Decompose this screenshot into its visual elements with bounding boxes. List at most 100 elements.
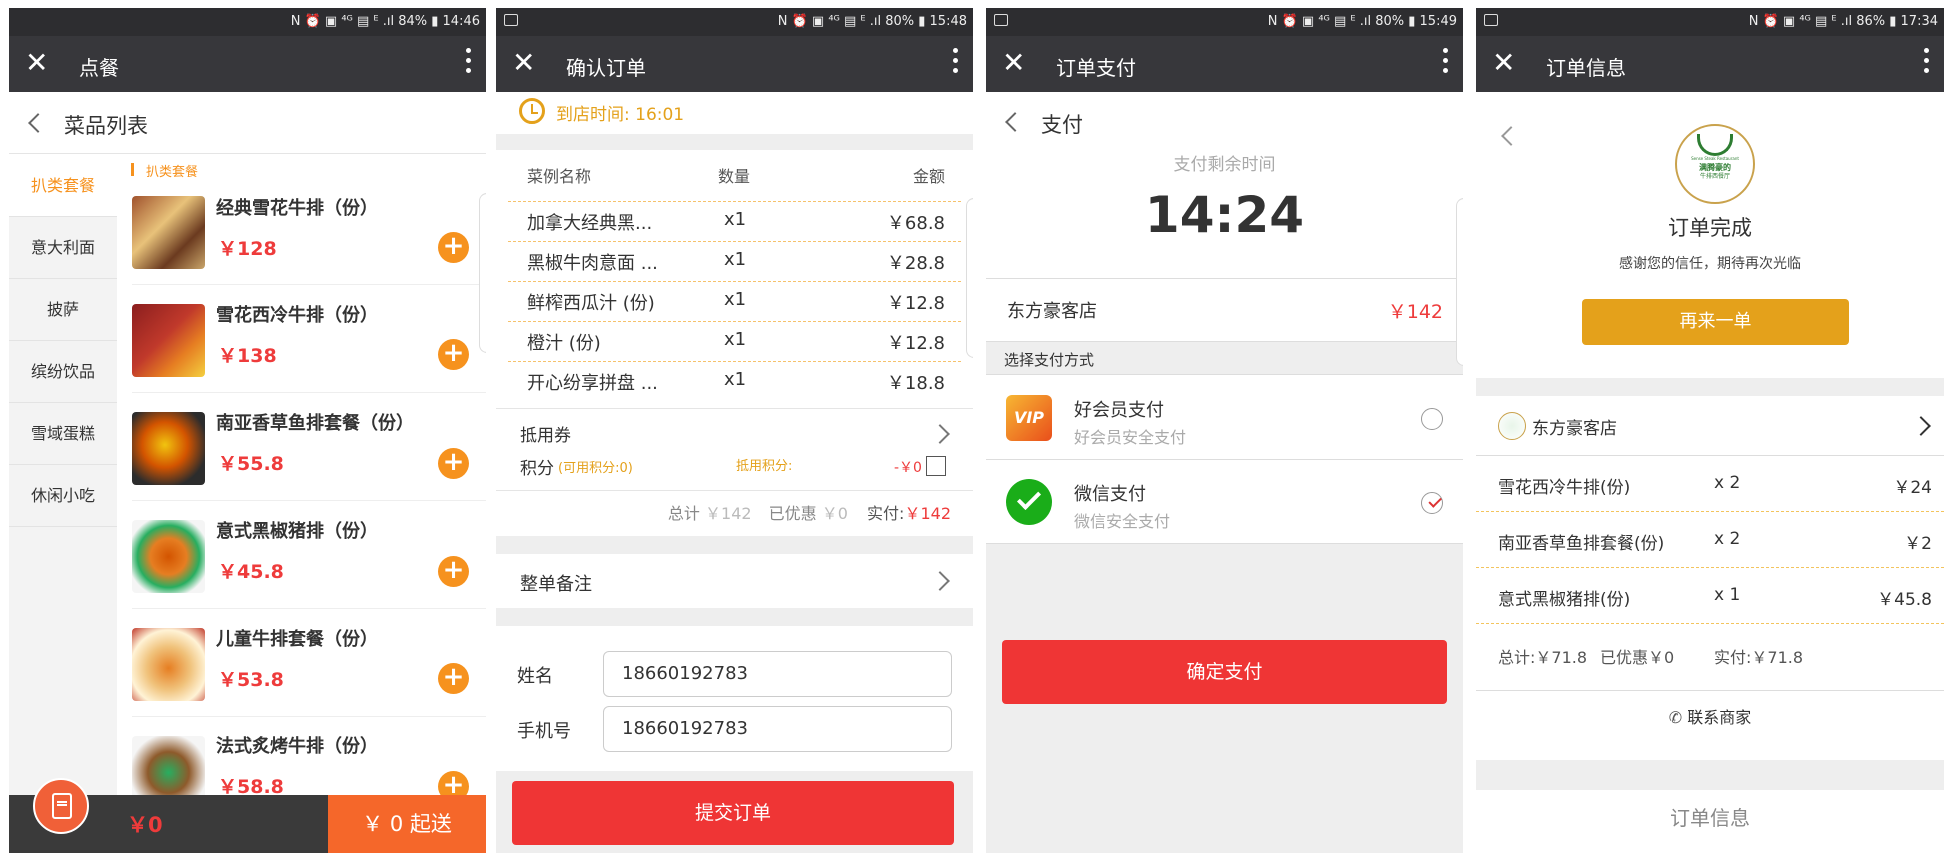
more-menu-icon[interactable] — [1441, 48, 1449, 78]
summary-paid: 实付:￥71.8 — [1714, 648, 1804, 667]
contact-merchant-button[interactable]: ✆ 联系商家 — [1476, 691, 1944, 747]
close-icon[interactable]: ✕ — [512, 46, 535, 80]
cart-button[interactable] — [33, 778, 89, 834]
item-qty: x 2 — [1714, 529, 1741, 549]
back-icon[interactable] — [1005, 112, 1025, 132]
order-item-row: 意式黑椒猪排(份) x 1 ￥45.8 — [1476, 568, 1944, 624]
arrival-time: 到店时间: 16:01 — [556, 105, 685, 125]
divider — [132, 284, 486, 285]
submit-order-button[interactable]: 提交订单 — [512, 781, 954, 845]
contact-label: 联系商家 — [1687, 708, 1752, 727]
order-done: 订单完成 — [1668, 216, 1752, 240]
title-bar: ✕ 点餐 — [9, 36, 486, 92]
category-item[interactable]: 扒类套餐 — [9, 155, 117, 217]
confirm-pay-button[interactable]: 确定支付 — [1002, 640, 1447, 704]
category-item[interactable]: 披萨 — [9, 279, 117, 341]
add-to-cart-button[interactable]: + — [438, 339, 469, 370]
order-note-row[interactable]: 整单备注 — [496, 554, 973, 608]
logo-bull-icon — [1697, 134, 1733, 156]
vip-pay-option[interactable]: VIP 好会员支付 好会员安全支付 — [986, 376, 1463, 460]
dish-name[interactable]: 法式炙烤牛排（份） — [216, 732, 378, 758]
order-summary: 总计 ￥142 已优惠 ￥0 实付:￥142 — [668, 500, 951, 524]
cart-total: ￥0 — [127, 813, 163, 837]
logo-bottom-text: 牛排西餐厅 — [1699, 173, 1730, 180]
summary-total: 总计:￥71.8 — [1498, 648, 1588, 667]
category-item[interactable]: 休闲小吃 — [9, 465, 117, 527]
wechat-icon — [1006, 479, 1052, 525]
close-icon[interactable]: ✕ — [1002, 46, 1025, 80]
remaining-time-label: 支付剩余时间 — [1173, 155, 1276, 175]
wechat-pay-option[interactable]: 微信支付 微信安全支付 — [986, 460, 1463, 544]
close-icon[interactable]: ✕ — [1492, 46, 1515, 80]
name-input[interactable]: 18660192783 — [603, 651, 952, 697]
category-sidebar: 扒类套餐 意大利面 披萨 缤纷饮品 雪域蛋糕 休闲小吃 — [9, 155, 117, 795]
order-item-name: 加拿大经典黑... — [527, 213, 653, 234]
category-item[interactable]: 缤纷饮品 — [9, 341, 117, 403]
back-icon[interactable] — [28, 113, 48, 133]
dashed-divider — [508, 281, 961, 282]
wechat-radio-checked[interactable] — [1421, 492, 1443, 514]
remaining-time: 14:24 — [1144, 186, 1305, 244]
category-item[interactable]: 意大利面 — [9, 217, 117, 279]
store-name: 东方豪客店 — [1532, 419, 1617, 439]
divider — [496, 608, 973, 626]
status-bar: N ⏰ ▣ ⁴ᴳ ▤ ᴱ .ıl 80% ▮ 15:48 — [496, 8, 973, 36]
phone-input[interactable]: 18660192783 — [603, 706, 952, 752]
back-icon[interactable] — [1501, 126, 1521, 146]
dish-price: ￥138 — [218, 345, 277, 367]
dish-name[interactable]: 雪花西冷牛排（份） — [216, 301, 378, 327]
add-to-cart-button[interactable]: + — [438, 232, 469, 263]
pay-header: 支付 — [1041, 113, 1083, 137]
vip-subtitle: 好会员安全支付 — [1074, 428, 1187, 447]
thanks-text: 感谢您的信任，期待再次光临 — [1619, 256, 1801, 272]
page-title: 订单支付 — [1056, 56, 1136, 80]
order-item-qty: x1 — [724, 249, 747, 270]
clipboard-icon — [52, 793, 72, 819]
order-item-qty: x1 — [724, 329, 747, 350]
dish-name[interactable]: 经典雪花牛排（份） — [216, 194, 378, 220]
dish-image[interactable] — [132, 628, 205, 701]
category-item[interactable]: 雪域蛋糕 — [9, 403, 117, 465]
order-item-name: 橙汁 (份) — [527, 333, 601, 354]
order-info-heading: 订单信息 — [1670, 806, 1750, 830]
section-marker — [131, 163, 134, 176]
close-icon[interactable]: ✕ — [25, 46, 48, 80]
status-indicators: N ⏰ ▣ ⁴ᴳ ▤ ᴱ .ıl 80% ▮ 15:48 — [777, 14, 967, 29]
dish-image[interactable] — [132, 520, 205, 593]
add-to-cart-button[interactable]: + — [438, 556, 469, 587]
dashed-divider — [508, 241, 961, 242]
dish-image[interactable] — [132, 412, 205, 485]
total-label: 总计 — [667, 504, 700, 523]
dish-image[interactable] — [132, 196, 205, 269]
coupon-row[interactable]: 抵用券 — [496, 413, 973, 453]
subheader: 菜品列表 — [9, 92, 486, 154]
total-value: ￥142 — [705, 504, 752, 523]
title-bar: ✕ 订单信息 — [1476, 36, 1944, 92]
screen-payment: N ⏰ ▣ ⁴ᴳ ▤ ᴱ .ıl 80% ▮ 15:49 ✕ 订单支付 支付 支… — [986, 8, 1463, 853]
dish-price: ￥45.8 — [218, 561, 284, 583]
checkout-button[interactable]: ￥ 0 起送 — [328, 795, 486, 853]
dish-name[interactable]: 儿童牛排套餐（份） — [216, 625, 378, 651]
restaurant-logo: Sense Steak Restaurant 满腾豪的 牛排西餐厅 — [1675, 124, 1755, 204]
chevron-right-icon — [930, 424, 950, 444]
divider — [132, 500, 486, 501]
store-row[interactable]: 东方豪客店 — [1476, 396, 1944, 456]
method-label: 选择支付方式 — [1004, 351, 1095, 369]
next-screen-edge — [966, 198, 973, 358]
coupon-label: 抵用券 — [520, 426, 571, 446]
points-checkbox[interactable] — [926, 456, 946, 476]
more-menu-icon[interactable] — [464, 48, 472, 78]
dish-name[interactable]: 意式黑椒猪排（份） — [216, 517, 378, 543]
order-item-qty: x1 — [724, 209, 747, 230]
dish-name[interactable]: 南亚香草鱼排套餐（份） — [216, 409, 414, 435]
order-again-button[interactable]: 再来一单 — [1582, 299, 1849, 345]
vip-radio[interactable] — [1421, 408, 1443, 430]
order-item-row: 南亚香草鱼排套餐(份) x 2 ￥2 — [1476, 512, 1944, 568]
dish-image[interactable] — [132, 304, 205, 377]
more-menu-icon[interactable] — [1922, 48, 1930, 78]
item-amount: ￥24 — [1893, 478, 1932, 498]
add-to-cart-button[interactable]: + — [438, 448, 469, 479]
add-to-cart-button[interactable]: + — [438, 663, 469, 694]
order-item-qty: x1 — [724, 289, 747, 310]
more-menu-icon[interactable] — [951, 48, 959, 78]
